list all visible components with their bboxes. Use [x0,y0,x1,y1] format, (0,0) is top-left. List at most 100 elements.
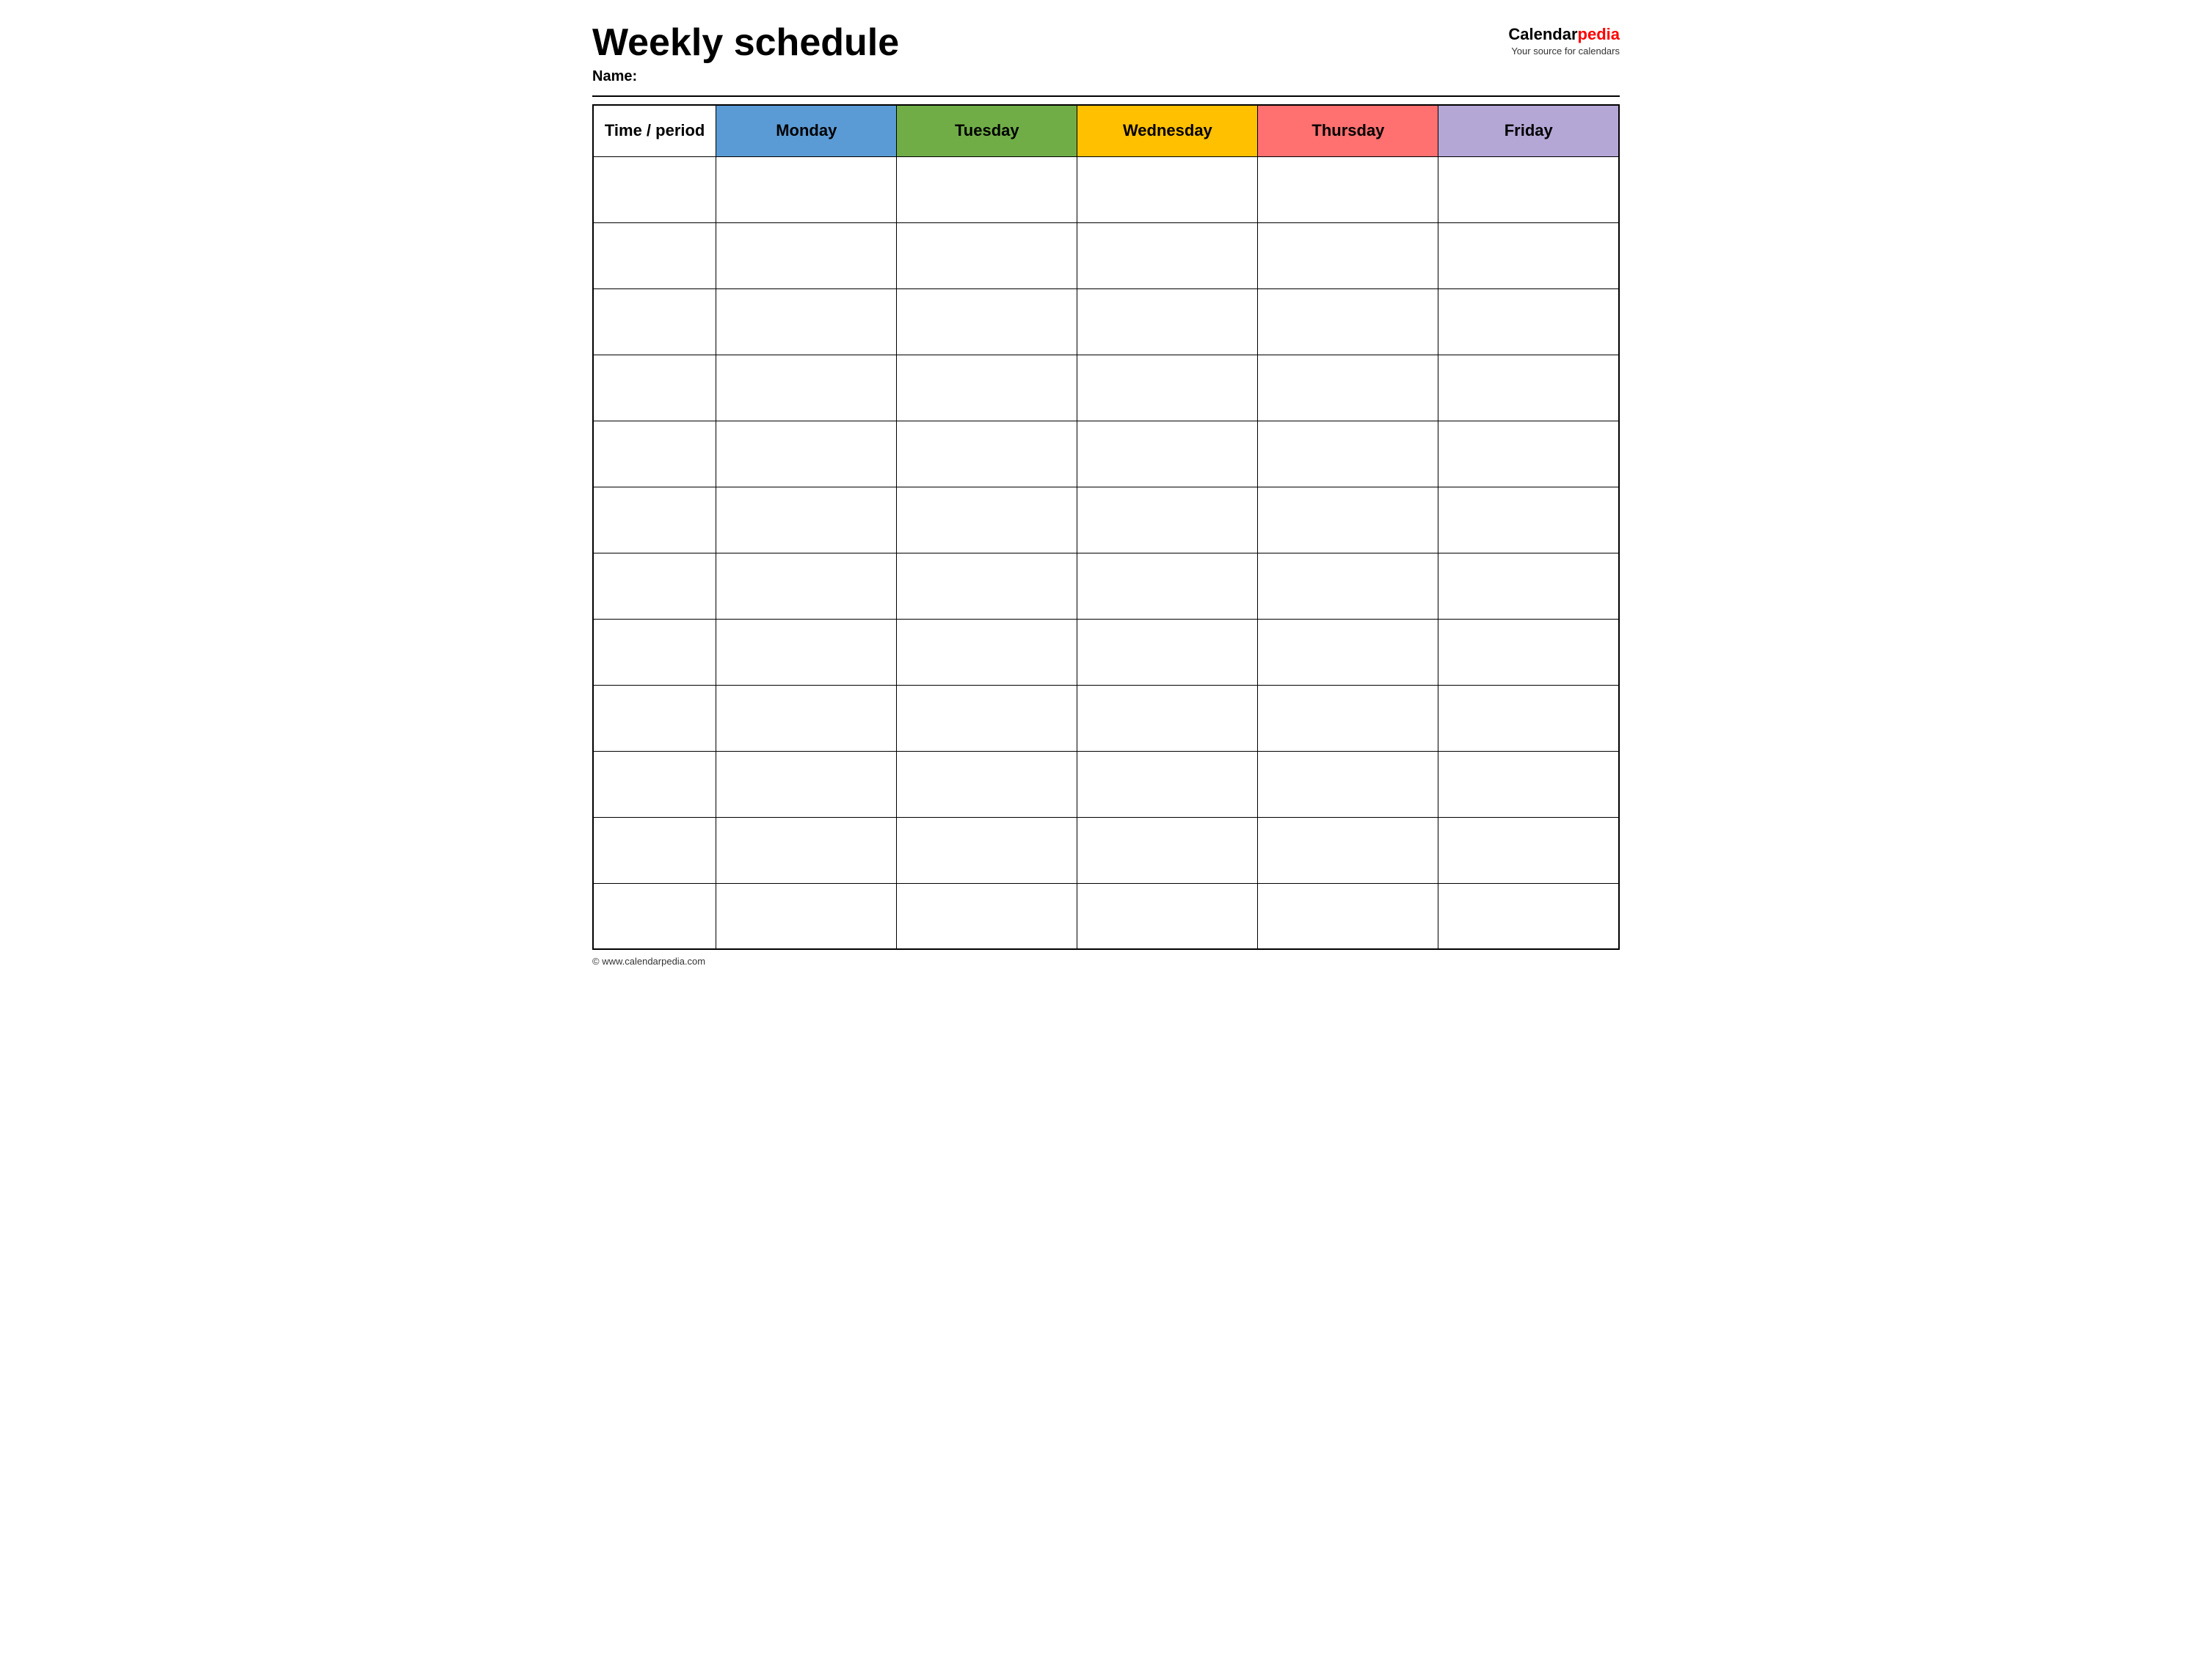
cell-row3-col0[interactable] [593,288,716,355]
cell-row11-col4[interactable] [1258,817,1438,883]
cell-row7-col2[interactable] [897,553,1077,619]
cell-row12-col4[interactable] [1258,883,1438,949]
name-label: Name: [592,68,899,85]
cell-row8-col3[interactable] [1077,619,1258,685]
cell-row5-col2[interactable] [897,421,1077,487]
cell-row1-col0[interactable] [593,156,716,222]
logo-calendar-part: Calendar [1508,25,1577,43]
cell-row5-col1[interactable] [716,421,897,487]
logo-area: Calendarpedia Your source for calendars [1508,25,1620,57]
table-row [593,751,1619,817]
cell-row2-col4[interactable] [1258,222,1438,288]
cell-row11-col5[interactable] [1438,817,1619,883]
cell-row4-col2[interactable] [897,355,1077,421]
cell-row6-col4[interactable] [1258,487,1438,553]
cell-row10-col0[interactable] [593,751,716,817]
cell-row3-col5[interactable] [1438,288,1619,355]
cell-row8-col5[interactable] [1438,619,1619,685]
cell-row10-col3[interactable] [1077,751,1258,817]
cell-row10-col1[interactable] [716,751,897,817]
page-wrapper: Weekly schedule Name: Calendarpedia Your… [592,22,1620,967]
cell-row8-col2[interactable] [897,619,1077,685]
cell-row3-col2[interactable] [897,288,1077,355]
cell-row12-col5[interactable] [1438,883,1619,949]
col-header-wednesday: Wednesday [1077,105,1258,156]
table-row [593,817,1619,883]
cell-row11-col3[interactable] [1077,817,1258,883]
cell-row9-col1[interactable] [716,685,897,751]
cell-row12-col2[interactable] [897,883,1077,949]
cell-row3-col4[interactable] [1258,288,1438,355]
cell-row7-col0[interactable] [593,553,716,619]
cell-row9-col3[interactable] [1077,685,1258,751]
cell-row2-col1[interactable] [716,222,897,288]
cell-row7-col5[interactable] [1438,553,1619,619]
cell-row10-col5[interactable] [1438,751,1619,817]
cell-row2-col2[interactable] [897,222,1077,288]
cell-row1-col2[interactable] [897,156,1077,222]
cell-row2-col5[interactable] [1438,222,1619,288]
table-row [593,421,1619,487]
cell-row6-col5[interactable] [1438,487,1619,553]
title-area: Weekly schedule Name: [592,22,899,85]
cell-row12-col1[interactable] [716,883,897,949]
col-header-monday: Monday [716,105,897,156]
cell-row1-col3[interactable] [1077,156,1258,222]
cell-row11-col0[interactable] [593,817,716,883]
cell-row5-col0[interactable] [593,421,716,487]
cell-row6-col2[interactable] [897,487,1077,553]
cell-row4-col3[interactable] [1077,355,1258,421]
cell-row6-col1[interactable] [716,487,897,553]
cell-row5-col5[interactable] [1438,421,1619,487]
cell-row9-col2[interactable] [897,685,1077,751]
cell-row3-col3[interactable] [1077,288,1258,355]
cell-row11-col2[interactable] [897,817,1077,883]
cell-row6-col0[interactable] [593,487,716,553]
logo-text: Calendarpedia [1508,25,1620,44]
col-header-time: Time / period [593,105,716,156]
logo-tagline: Your source for calendars [1511,46,1620,57]
cell-row4-col1[interactable] [716,355,897,421]
cell-row3-col1[interactable] [716,288,897,355]
cell-row9-col0[interactable] [593,685,716,751]
schedule-body [593,156,1619,949]
cell-row6-col3[interactable] [1077,487,1258,553]
cell-row9-col4[interactable] [1258,685,1438,751]
footer-url: © www.calendarpedia.com [592,956,1620,967]
cell-row1-col1[interactable] [716,156,897,222]
table-row [593,156,1619,222]
cell-row12-col3[interactable] [1077,883,1258,949]
cell-row1-col5[interactable] [1438,156,1619,222]
col-header-tuesday: Tuesday [897,105,1077,156]
cell-row4-col0[interactable] [593,355,716,421]
cell-row12-col0[interactable] [593,883,716,949]
cell-row8-col0[interactable] [593,619,716,685]
header-section: Weekly schedule Name: Calendarpedia Your… [592,22,1620,85]
cell-row7-col1[interactable] [716,553,897,619]
cell-row8-col1[interactable] [716,619,897,685]
page-title: Weekly schedule [592,22,899,64]
table-row [593,883,1619,949]
table-row [593,288,1619,355]
table-row [593,487,1619,553]
table-row [593,685,1619,751]
cell-row2-col0[interactable] [593,222,716,288]
cell-row7-col4[interactable] [1258,553,1438,619]
cell-row10-col4[interactable] [1258,751,1438,817]
table-header-row: Time / period Monday Tuesday Wednesday T… [593,105,1619,156]
cell-row7-col3[interactable] [1077,553,1258,619]
cell-row1-col4[interactable] [1258,156,1438,222]
cell-row2-col3[interactable] [1077,222,1258,288]
cell-row4-col4[interactable] [1258,355,1438,421]
cell-row10-col2[interactable] [897,751,1077,817]
cell-row9-col5[interactable] [1438,685,1619,751]
cell-row5-col4[interactable] [1258,421,1438,487]
table-row [593,619,1619,685]
cell-row11-col1[interactable] [716,817,897,883]
cell-row4-col5[interactable] [1438,355,1619,421]
cell-row5-col3[interactable] [1077,421,1258,487]
col-header-friday: Friday [1438,105,1619,156]
cell-row8-col4[interactable] [1258,619,1438,685]
col-header-thursday: Thursday [1258,105,1438,156]
header-divider [592,95,1620,97]
